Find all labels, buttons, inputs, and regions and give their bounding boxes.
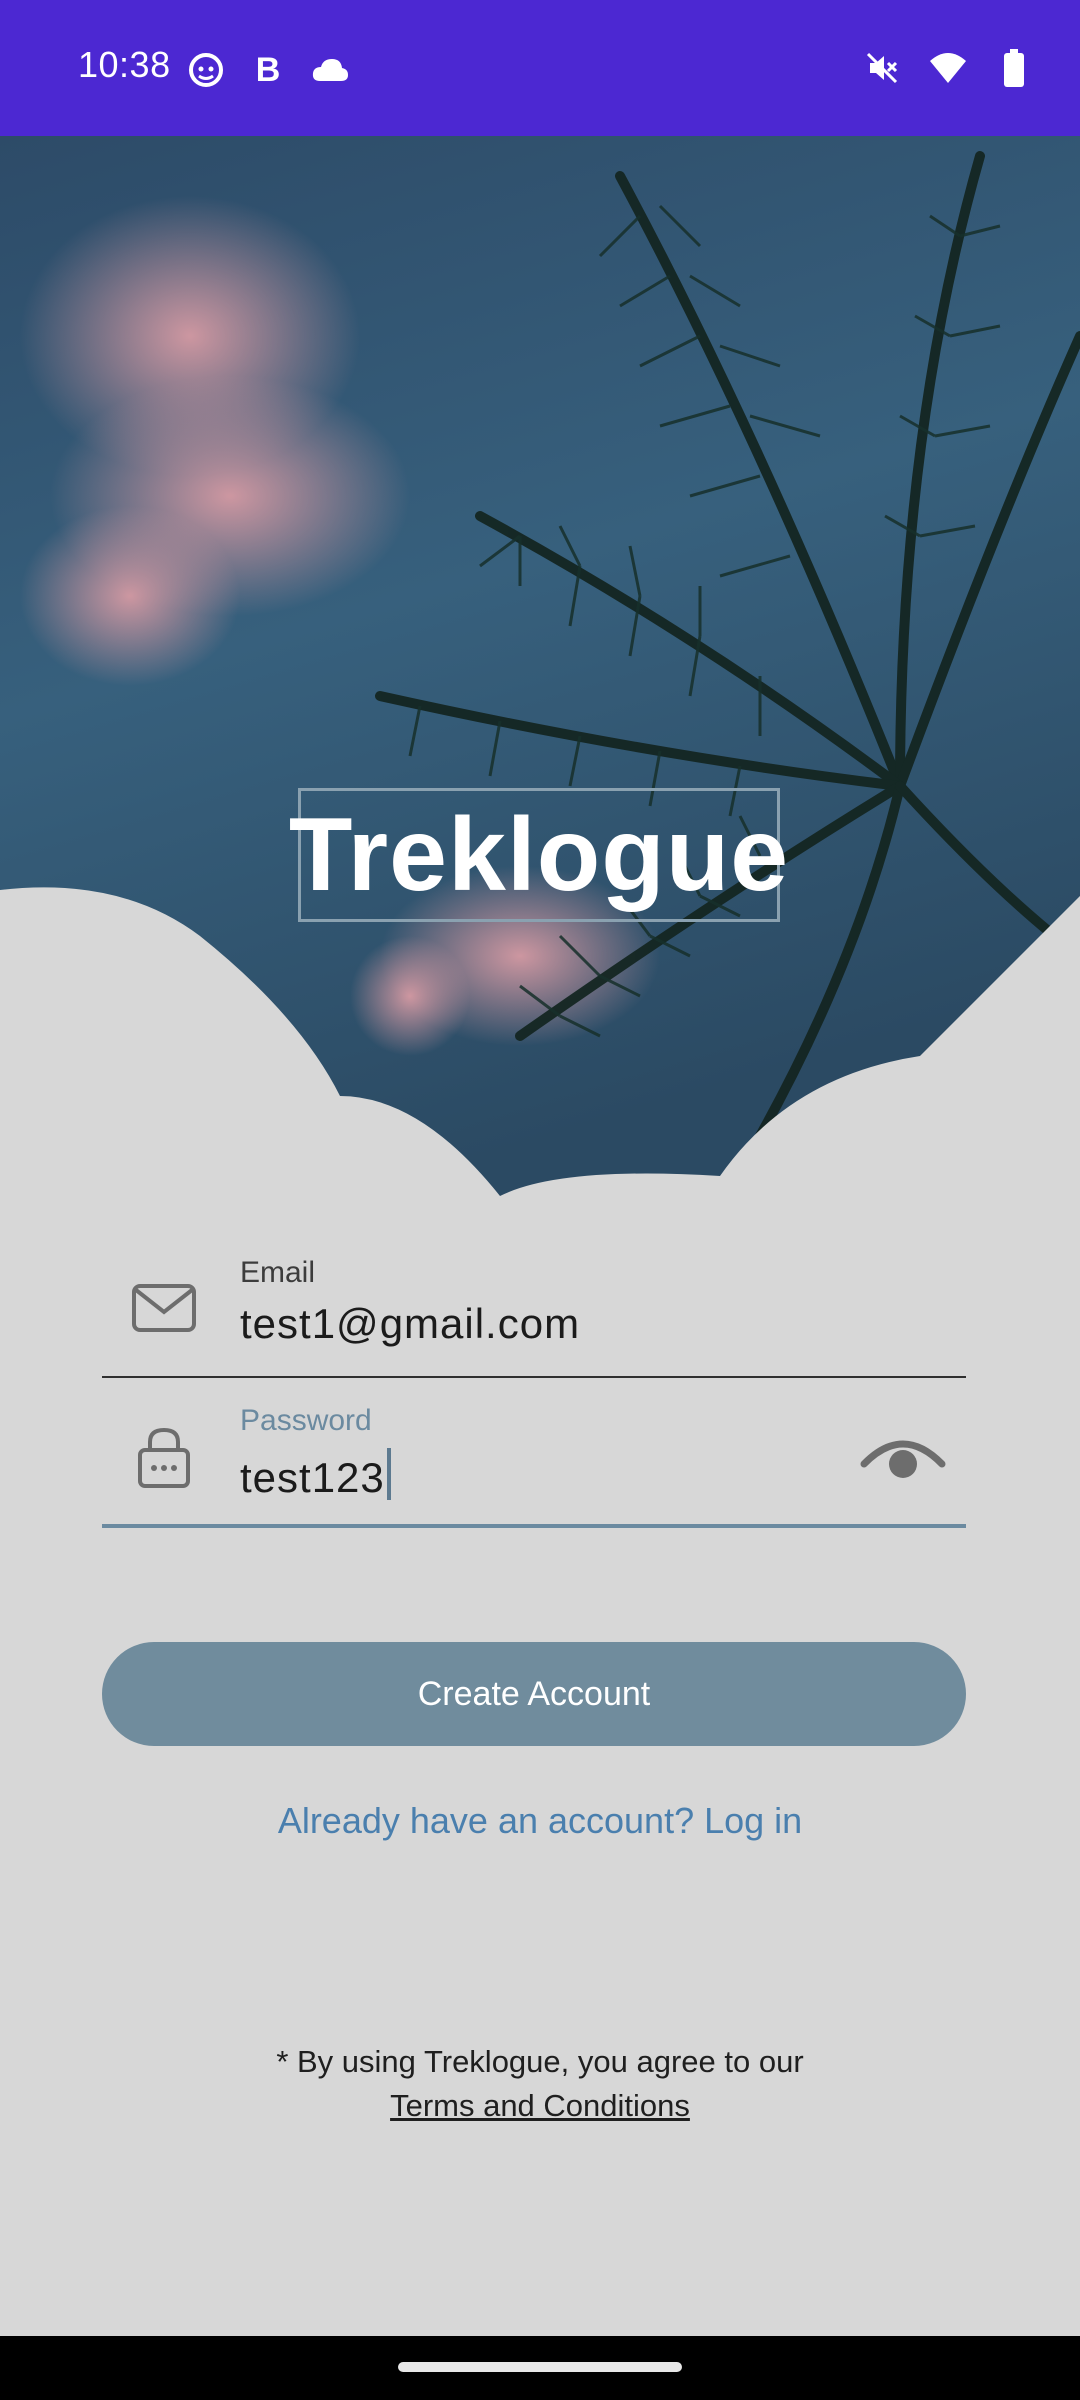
status-bar: 10:38 B <box>0 0 1080 136</box>
terms-link[interactable]: Terms and Conditions <box>390 2088 690 2123</box>
face-notification-icon <box>186 50 226 90</box>
text-cursor <box>386 1448 391 1500</box>
hero-background-image <box>0 136 1080 1206</box>
navigation-bar <box>0 2336 1080 2400</box>
cloud-icon <box>310 50 350 90</box>
password-field[interactable]: Password test123 <box>102 1388 966 1528</box>
eye-icon[interactable] <box>860 1428 946 1488</box>
password-value: test123 <box>240 1454 385 1501</box>
battery-icon <box>994 48 1034 88</box>
terms-notice: * By using Treklogue, you agree to our T… <box>0 2040 1080 2128</box>
app-title-box: Treklogue <box>289 788 788 922</box>
app-title: Treklogue <box>288 797 790 913</box>
hero-banner: Treklogue <box>0 136 1080 1206</box>
bold-b-icon: B <box>255 50 281 89</box>
create-account-button[interactable]: Create Account <box>102 1642 966 1746</box>
login-link[interactable]: Already have an account? Log in <box>0 1800 1080 1842</box>
password-label: Password <box>240 1404 372 1437</box>
email-label: Email <box>240 1256 316 1289</box>
lock-icon <box>138 1427 190 1488</box>
terms-text: * By using Treklogue, you agree to our <box>276 2044 804 2079</box>
email-field[interactable]: Email test1@gmail.com <box>102 1240 966 1378</box>
home-gesture-handle[interactable] <box>398 2362 682 2372</box>
password-input[interactable]: test123 <box>240 1448 391 1502</box>
mail-icon <box>132 1284 196 1332</box>
wifi-icon <box>928 48 968 88</box>
status-time: 10:38 <box>78 44 171 85</box>
email-input[interactable]: test1@gmail.com <box>240 1300 580 1348</box>
mute-icon <box>862 48 902 88</box>
